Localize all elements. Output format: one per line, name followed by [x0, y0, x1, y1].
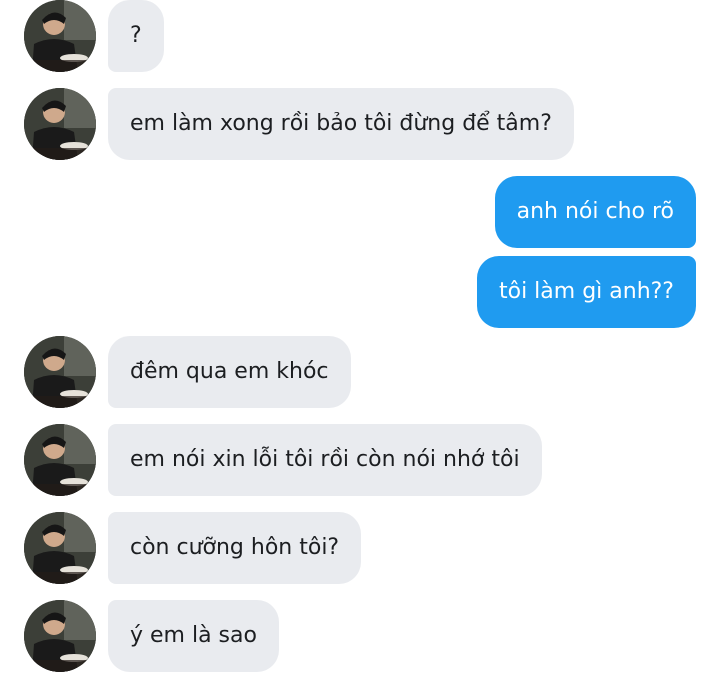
incoming-message-bubble[interactable]: đêm qua em khóc — [108, 336, 351, 408]
outgoing-message-bubble[interactable]: tôi làm gì anh?? — [476, 256, 696, 328]
incoming-message-bubble[interactable]: em làm xong rồi bảo tôi đừng để tâm? — [108, 88, 574, 160]
incoming-message-bubble[interactable]: ý em là sao — [108, 600, 279, 672]
sender-avatar[interactable] — [24, 424, 96, 496]
sender-avatar[interactable] — [24, 336, 96, 408]
user-photo-icon — [24, 336, 96, 408]
sender-avatar[interactable] — [24, 88, 96, 160]
outgoing-message-bubble[interactable]: anh nói cho rõ — [494, 176, 696, 248]
user-photo-icon — [24, 512, 96, 584]
user-photo-icon — [24, 600, 96, 672]
incoming-message-bubble[interactable]: em nói xin lỗi tôi rồi còn nói nhớ tôi — [108, 424, 542, 496]
user-photo-icon — [24, 88, 96, 160]
incoming-message-bubble[interactable]: ? — [108, 0, 164, 72]
user-photo-icon — [24, 424, 96, 496]
sender-avatar[interactable] — [24, 600, 96, 672]
incoming-message-bubble[interactable]: còn cưỡng hôn tôi? — [108, 512, 362, 584]
chat-thread: ? em làm xong rồi bảo tôi đừng để tâm? a… — [0, 0, 720, 685]
user-photo-icon — [24, 0, 96, 72]
sender-avatar[interactable] — [24, 512, 96, 584]
sender-avatar[interactable] — [24, 0, 96, 72]
